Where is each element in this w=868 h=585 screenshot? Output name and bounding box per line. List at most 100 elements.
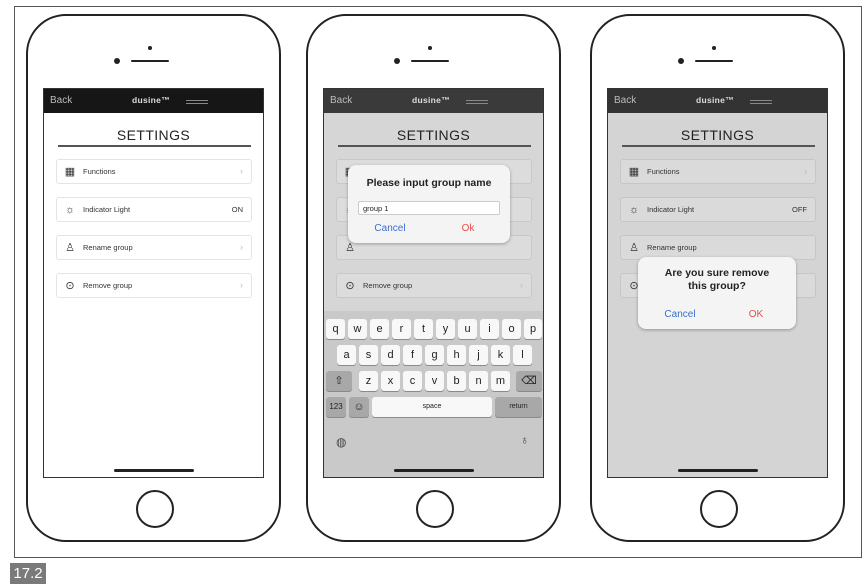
- settings-row-remove-group[interactable]: ⊙ Remove group ›: [336, 273, 532, 298]
- speaker-grille: [131, 60, 169, 62]
- settings-row-indicator-light[interactable]: ☼ Indicator Light ON: [56, 197, 252, 222]
- settings-row-rename-group[interactable]: ♙ Rename group ›: [56, 235, 252, 260]
- key-e[interactable]: e: [370, 319, 389, 339]
- remove-group-screen: Back dusine™ SETTINGS ▦ Functions › ☼ In…: [607, 88, 828, 478]
- functions-icon: ▦: [628, 166, 640, 178]
- page-title: SETTINGS: [680, 127, 755, 143]
- back-button[interactable]: Back: [50, 95, 72, 106]
- key-k[interactable]: k: [491, 345, 510, 365]
- brand-logo: dusine™: [132, 95, 170, 105]
- chevron-right-icon: ›: [240, 166, 243, 176]
- row-label: Indicator Light: [83, 205, 131, 214]
- phone-3: Back dusine™ SETTINGS ▦ Functions › ☼ In…: [590, 14, 845, 542]
- figure-number: 17.2: [10, 563, 46, 584]
- backspace-key[interactable]: ⌫: [516, 371, 542, 391]
- light-bulb-icon: ☼: [628, 204, 640, 216]
- key-g[interactable]: g: [425, 345, 444, 365]
- key-b[interactable]: b: [447, 371, 466, 391]
- settings-row-remove-group[interactable]: ⊙ Remove group ›: [56, 273, 252, 298]
- ok-button[interactable]: Ok: [438, 223, 498, 234]
- key-v[interactable]: v: [425, 371, 444, 391]
- cancel-button[interactable]: Cancel: [650, 309, 710, 320]
- settings-screen: Back dusine™ SETTINGS ▦ Functions › ☼ In…: [43, 88, 264, 478]
- on-screen-keyboard: q w e r t y u i o p a s d f g h j k l ⇧ …: [324, 311, 543, 477]
- key-z[interactable]: z: [359, 371, 378, 391]
- key-u[interactable]: u: [458, 319, 477, 339]
- light-bulb-icon: ☼: [64, 204, 76, 216]
- emoji-key[interactable]: ☺: [349, 397, 369, 417]
- key-y[interactable]: y: [436, 319, 455, 339]
- indicator-state: OFF: [792, 205, 807, 214]
- settings-row-functions[interactable]: ▦ Functions ›: [56, 159, 252, 184]
- shift-key[interactable]: ⇧: [326, 371, 352, 391]
- microphone-icon[interactable]: ♁: [520, 433, 529, 447]
- settings-row-indicator-light[interactable]: ☼ Indicator Light OFF: [620, 197, 816, 222]
- chevron-right-icon: ›: [240, 280, 243, 290]
- remove-circle-icon: ⊙: [345, 280, 355, 292]
- key-c[interactable]: c: [403, 371, 422, 391]
- title-divider: [58, 145, 251, 147]
- key-j[interactable]: j: [469, 345, 488, 365]
- indicator-state: ON: [231, 205, 243, 214]
- key-r[interactable]: r: [392, 319, 411, 339]
- app-header: Back dusine™: [324, 89, 543, 113]
- page-title: SETTINGS: [396, 127, 471, 143]
- title-divider: [622, 145, 815, 147]
- key-n[interactable]: n: [469, 371, 488, 391]
- back-button[interactable]: Back: [614, 95, 636, 106]
- home-indicator: [394, 469, 474, 472]
- row-label: Remove group: [83, 281, 133, 290]
- proximity-sensor: [114, 58, 120, 64]
- cancel-button[interactable]: Cancel: [360, 223, 420, 234]
- space-key[interactable]: space: [372, 397, 492, 417]
- home-button[interactable]: [700, 490, 738, 528]
- key-i[interactable]: i: [480, 319, 499, 339]
- group-name-input[interactable]: group 1: [358, 201, 500, 215]
- key-m[interactable]: m: [491, 371, 510, 391]
- front-camera: [712, 46, 716, 50]
- key-q[interactable]: q: [326, 319, 345, 339]
- key-o[interactable]: o: [502, 319, 521, 339]
- phone-2: Back dusine™ SETTINGS ▦ ☼ ♙ ⊙ Remove gro…: [306, 14, 561, 542]
- speaker-grille: [695, 60, 733, 62]
- dialog-title-line-2: this group?: [688, 280, 746, 292]
- rename-dialog: Please input group name group 1 Cancel O…: [348, 165, 510, 243]
- key-x[interactable]: x: [381, 371, 400, 391]
- key-t[interactable]: t: [414, 319, 433, 339]
- numbers-key[interactable]: 123: [326, 397, 346, 417]
- brand-logo: dusine™: [412, 95, 450, 105]
- ok-button[interactable]: OK: [726, 309, 786, 320]
- functions-icon: ▦: [64, 166, 76, 178]
- row-label: Rename group: [83, 243, 133, 252]
- dialog-title-line-1: Are you sure remove: [664, 267, 770, 279]
- key-w[interactable]: w: [348, 319, 367, 339]
- brand-mark: [186, 100, 208, 104]
- key-h[interactable]: h: [447, 345, 466, 365]
- row-label: Indicator Light: [647, 205, 695, 214]
- remove-confirm-dialog: Are you sure remove this group? Cancel O…: [638, 257, 796, 329]
- person-icon: ♙: [629, 242, 639, 254]
- settings-row-functions[interactable]: ▦ Functions ›: [620, 159, 816, 184]
- key-p[interactable]: p: [524, 319, 542, 339]
- page-title: SETTINGS: [116, 127, 191, 143]
- back-button[interactable]: Back: [330, 95, 352, 106]
- dialog-title: Please input group name: [366, 177, 492, 189]
- return-key[interactable]: return: [495, 397, 542, 417]
- title-divider: [338, 145, 531, 147]
- row-label: Functions: [647, 167, 680, 176]
- key-d[interactable]: d: [381, 345, 400, 365]
- brand-mark: [750, 100, 772, 104]
- key-f[interactable]: f: [403, 345, 422, 365]
- globe-icon[interactable]: ◍: [336, 435, 346, 449]
- chevron-right-icon: ›: [520, 280, 523, 290]
- proximity-sensor: [394, 58, 400, 64]
- home-button[interactable]: [416, 490, 454, 528]
- key-a[interactable]: a: [337, 345, 356, 365]
- home-button[interactable]: [136, 490, 174, 528]
- person-icon: ♙: [65, 242, 75, 254]
- front-camera: [428, 46, 432, 50]
- chevron-right-icon: ›: [804, 166, 807, 176]
- key-l[interactable]: l: [513, 345, 532, 365]
- key-s[interactable]: s: [359, 345, 378, 365]
- front-camera: [148, 46, 152, 50]
